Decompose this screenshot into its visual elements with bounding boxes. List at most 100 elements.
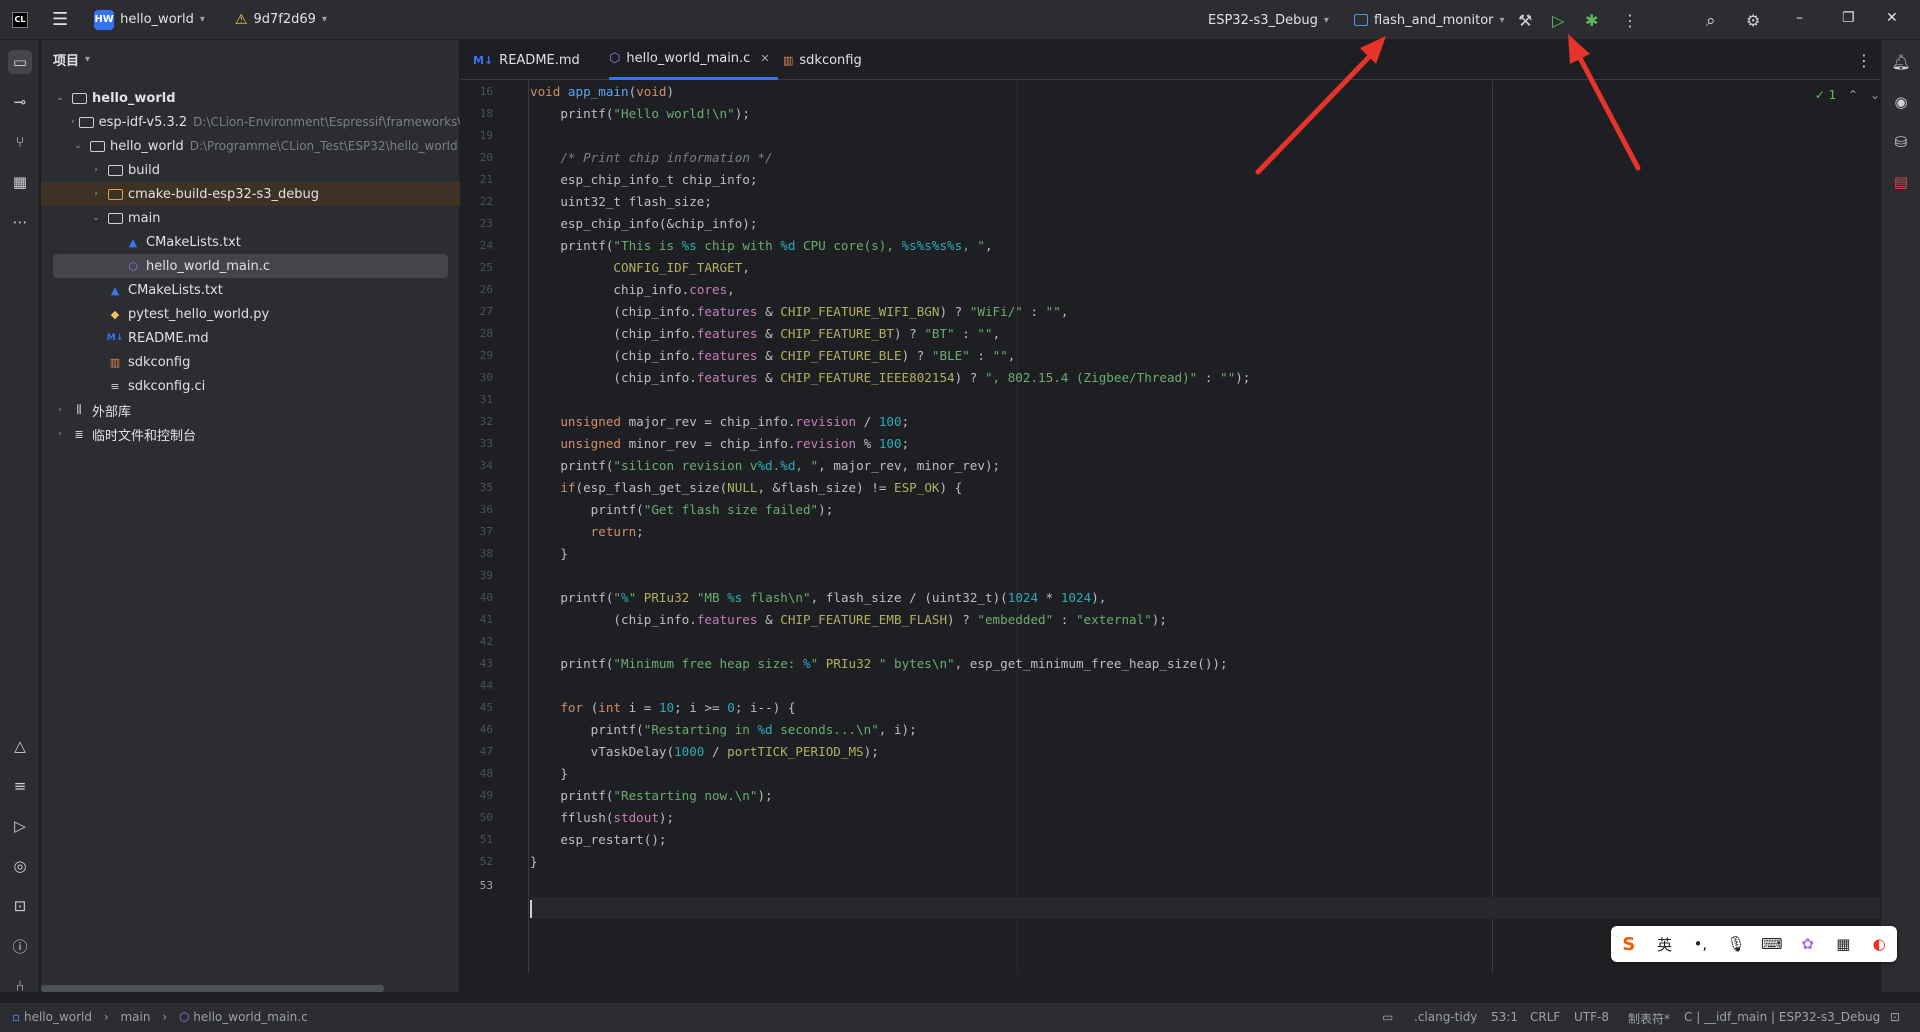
close-icon[interactable]: ✕: [1886, 10, 1898, 26]
microphone-icon[interactable]: 🎙︎: [1725, 935, 1747, 953]
close-tab-icon[interactable]: ✕: [760, 52, 769, 65]
debug-bug-icon[interactable]: ✱: [1585, 11, 1598, 30]
tree-item-external-libraries[interactable]: › ⫼ 外部库: [41, 398, 460, 422]
config-file-icon: ▥: [783, 53, 794, 67]
line-number: 33: [479, 437, 493, 450]
breadcrumb-project[interactable]: hello_world: [24, 1010, 92, 1024]
ai-assistant-icon[interactable]: ◉: [1889, 90, 1913, 114]
tree-item-build[interactable]: › build: [41, 158, 460, 182]
breadcrumb-file[interactable]: hello_world_main.c: [193, 1010, 307, 1024]
tab-options-icon[interactable]: ⋮: [1856, 40, 1872, 80]
expand-arrow-icon: ›: [94, 165, 98, 175]
more-tools-icon[interactable]: ⋯: [8, 210, 32, 234]
restore-icon[interactable]: ❐: [1842, 10, 1855, 26]
tab-readme[interactable]: M↓ README.md: [473, 40, 580, 80]
cmake-file-icon: ▲: [128, 235, 138, 249]
run-configuration-selector[interactable]: ESP32-s3_Debug ▾: [1208, 0, 1329, 40]
tree-item-label: cmake-build-esp32-s3_debug: [128, 186, 319, 202]
git-icon[interactable]: ⑃: [8, 974, 32, 998]
tree-item-cmake-build[interactable]: › cmake-build-esp32-s3_debug: [41, 182, 460, 206]
tree-item-main-cmakelists[interactable]: ▲ CMakeLists.txt: [41, 230, 460, 254]
tree-item-scratches[interactable]: › ≣ 临时文件和控制台: [41, 422, 460, 446]
run-button[interactable]: ▷: [1552, 11, 1564, 30]
database-icon[interactable]: ⛁: [1889, 130, 1913, 154]
tab-sdkconfig[interactable]: ▥ sdkconfig: [783, 40, 862, 80]
keyboard-icon[interactable]: ⌨: [1761, 935, 1783, 953]
folder-icon[interactable]: ▭: [1382, 1010, 1393, 1024]
line-number: 18: [479, 107, 493, 120]
tree-item-label: build: [128, 162, 160, 178]
tree-item-hello-world-main-c[interactable]: ⬡ hello_world_main.c: [53, 254, 448, 278]
tree-item-label: pytest_hello_world.py: [128, 306, 270, 322]
ime-language-toggle[interactable]: 英: [1654, 934, 1676, 955]
tab-hello-world-main-c[interactable]: ⬡ hello_world_main.c ✕: [609, 40, 778, 80]
commit-icon[interactable]: ⊸: [8, 90, 32, 114]
run-tool-icon[interactable]: ▷: [8, 814, 32, 838]
sogou-logo-icon[interactable]: S: [1618, 934, 1640, 955]
toolbox-grid-icon[interactable]: ▦: [1832, 935, 1854, 953]
pull-requests-icon[interactable]: ⑂: [8, 130, 32, 154]
indent-setting[interactable]: 制表符*: [1628, 1010, 1670, 1027]
services-icon[interactable]: ◎: [8, 854, 32, 878]
folder-icon: [107, 211, 123, 225]
project-panel-header[interactable]: 项目 ▾: [53, 50, 90, 69]
memory-view-icon[interactable]: ▤: [1889, 170, 1913, 194]
minimize-icon[interactable]: –: [1796, 10, 1803, 26]
tree-item-main[interactable]: ⌄ main: [41, 206, 460, 230]
file-encoding[interactable]: UTF-8: [1574, 1010, 1609, 1024]
horizontal-scrollbar[interactable]: [41, 985, 384, 992]
cmake-icon[interactable]: △: [8, 734, 32, 758]
breadcrumb-folder[interactable]: main: [120, 1010, 150, 1024]
expand-arrow-icon: ›: [58, 429, 62, 439]
tree-item-sdkconfig-ci[interactable]: ≡ sdkconfig.ci: [41, 374, 460, 398]
tree-item-esp-idf[interactable]: › esp-idf-v5.3.2 D:\CLion-Environment\Es…: [41, 110, 460, 134]
line-number: 20: [479, 151, 493, 164]
tree-item-readme[interactable]: M↓ README.md: [41, 326, 460, 350]
editor-area: M↓ README.md ⬡ hello_world_main.c ✕ ▥ sd…: [461, 40, 1920, 992]
code-line: chip_info.cores,: [530, 282, 735, 297]
build-hammer-icon[interactable]: ⚒: [1518, 11, 1532, 30]
project-folder-icon[interactable]: ▭: [8, 50, 32, 74]
problems-icon[interactable]: ⓘ: [8, 934, 32, 958]
settings-gear-icon[interactable]: ⚙: [1746, 11, 1760, 30]
line-separator[interactable]: CRLF: [1530, 1010, 1560, 1024]
markdown-file-icon: M↓: [473, 53, 494, 67]
left-tool-strip: ▭ ⊸ ⑂ ▦ ⋯ △ ≡ ▷ ◎ ⊡ ⓘ ⑃: [0, 40, 40, 995]
more-actions-icon[interactable]: ⋮: [1622, 11, 1638, 30]
clion-logo-icon[interactable]: CL: [12, 11, 28, 28]
tree-item-cmakelists[interactable]: ▲ CMakeLists.txt: [41, 278, 460, 302]
flash-configuration-selector[interactable]: flash_and_monitor ▾: [1354, 0, 1505, 40]
skin-icon[interactable]: ✿: [1797, 935, 1819, 953]
tree-item-sdkconfig[interactable]: ▥ sdkconfig: [41, 350, 460, 374]
line-number: 42: [479, 635, 493, 648]
tree-item-hello-world[interactable]: ⌄ hello_world D:\Programme\CLion_Test\ES…: [41, 134, 460, 158]
messages-icon[interactable]: ≡: [8, 774, 32, 798]
tree-item-root[interactable]: ⌄ hello_world: [41, 86, 460, 110]
line-number: 53: [479, 879, 493, 892]
tree-item-pytest[interactable]: ◆ pytest_hello_world.py: [41, 302, 460, 326]
line-number: 35: [479, 481, 493, 494]
search-icon[interactable]: ⌕: [1706, 11, 1716, 31]
punctuation-icon[interactable]: •,: [1689, 935, 1711, 953]
lock-icon[interactable]: ⊡: [1890, 1010, 1900, 1024]
breadcrumb: ▫ hello_world › main › ⬡ hello_world_mai…: [12, 1010, 308, 1024]
project-selector[interactable]: HW hello_world ▾: [68, 0, 205, 40]
vcs-branch-selector[interactable]: ⚠ 9d7f2d69 ▾: [205, 0, 327, 40]
ime-menu-icon[interactable]: ◐: [1868, 935, 1890, 953]
code-area[interactable]: void app_main(void) printf("Hello world!…: [530, 81, 1920, 973]
linter-widget[interactable]: .clang-tidy: [1414, 1010, 1477, 1024]
expand-arrow-icon: ›: [94, 189, 98, 199]
resolve-context[interactable]: C | __idf_main | ESP32-s3_Debug: [1684, 1010, 1880, 1024]
library-icon: ⫼: [76, 403, 82, 416]
tree-item-label: sdkconfig: [128, 354, 191, 370]
tree-item-path: D:\Programme\CLion_Test\ESP32\hello_worl…: [189, 139, 458, 153]
line-number: 48: [479, 767, 493, 780]
code-line: esp_restart();: [530, 832, 667, 847]
caret-position[interactable]: 53:1: [1491, 1010, 1518, 1024]
c-file-icon: ⬡: [178, 1010, 190, 1024]
notifications-bell-icon[interactable]: 🔔︎: [1889, 50, 1913, 74]
terminal-icon[interactable]: ⊡: [8, 894, 32, 918]
main-menu-icon[interactable]: ☰: [52, 0, 68, 40]
module-icon: ▫: [12, 1010, 21, 1024]
structure-icon[interactable]: ▦: [8, 170, 32, 194]
